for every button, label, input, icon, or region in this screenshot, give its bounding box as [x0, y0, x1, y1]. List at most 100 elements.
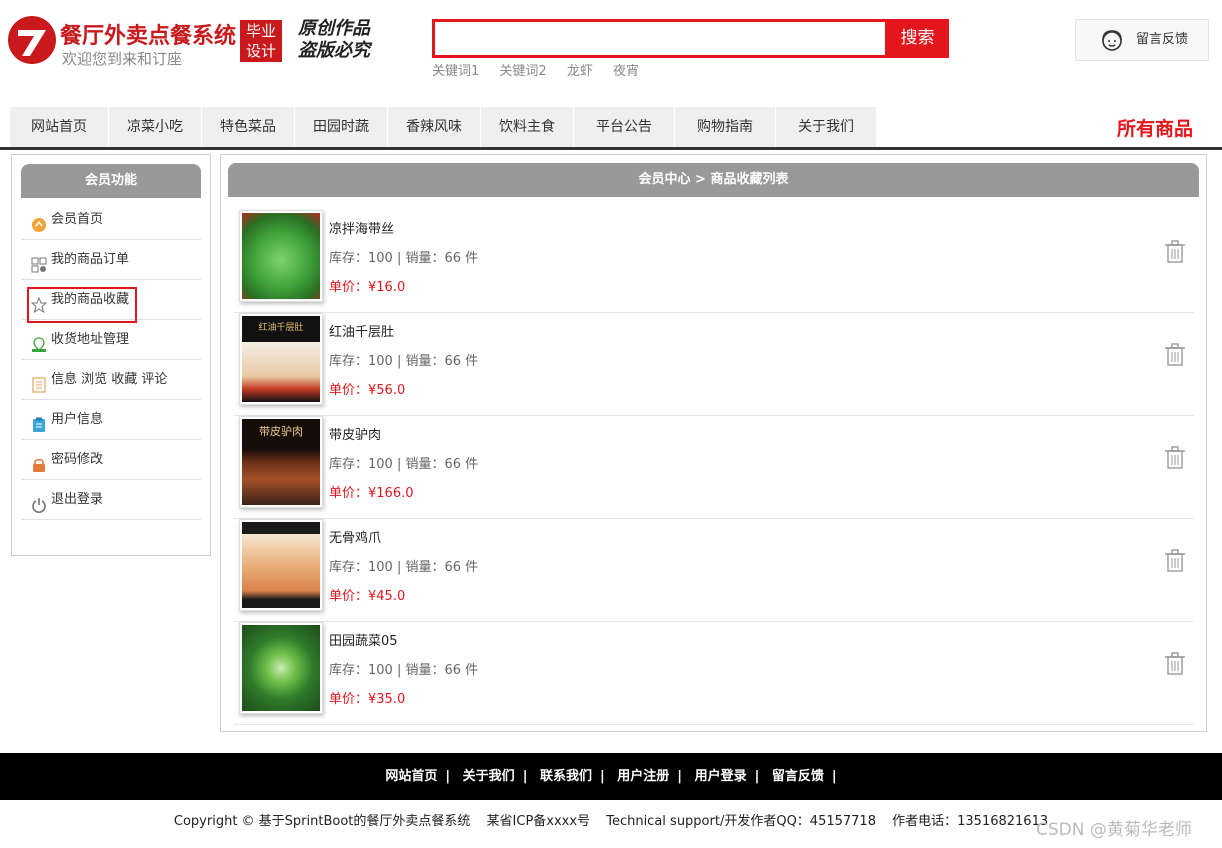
nav-shopping-guide[interactable]: 购物指南 — [675, 107, 776, 147]
logo-icon[interactable] — [8, 16, 56, 64]
site-title[interactable]: 餐厅外卖点餐系统 — [60, 18, 236, 50]
search-button[interactable]: 搜索 — [886, 19, 949, 58]
keyword-link[interactable]: 关键词1 — [432, 64, 479, 79]
product-price: 单价：¥16.0 — [329, 280, 406, 295]
trash-icon[interactable] — [1164, 652, 1186, 676]
nav-home[interactable]: 网站首页 — [10, 107, 109, 147]
footer-link-about[interactable]: 关于我们 — [463, 769, 515, 784]
customer-service-icon — [1100, 29, 1124, 70]
product-meta: 库存：100 | 销量：66 件 — [329, 663, 479, 678]
footer-link-feedback[interactable]: 留言反馈 — [772, 769, 824, 784]
list-item: 无骨鸡爪 库存：100 | 销量：66 件 单价：¥45.0 — [234, 519, 1194, 622]
footer-link-register[interactable]: 用户注册 — [617, 769, 669, 784]
product-price: 单价：¥35.0 — [329, 692, 406, 707]
product-price: 单价：¥45.0 — [329, 589, 406, 604]
sidebar-item-label: 用户信息 — [51, 412, 104, 427]
favorites-panel: 会员中心 > 商品收藏列表 凉拌海带丝 库存：100 | 销量：66 件 单价：… — [220, 154, 1207, 732]
icp-number: 某省ICP备xxxx号 — [486, 814, 591, 829]
document-icon — [31, 370, 47, 393]
all-goods-link[interactable]: 所有商品 — [1117, 114, 1193, 141]
product-name[interactable]: 带皮驴肉 — [329, 424, 381, 443]
sidebar-item-activity[interactable]: 信息 浏览 收藏 评论 — [21, 360, 201, 400]
nav-spicy[interactable]: 香辣风味 — [388, 107, 481, 147]
sidebar-item-label: 会员首页 — [51, 212, 104, 227]
feedback-button[interactable]: 留言反馈 — [1075, 19, 1209, 61]
feedback-label: 留言反馈 — [1136, 32, 1189, 47]
list-item: 带皮驴肉 带皮驴肉 库存：100 | 销量：66 件 单价：¥166.0 — [234, 416, 1194, 519]
sidebar-item-orders[interactable]: 我的商品订单 — [21, 240, 201, 280]
product-meta: 库存：100 | 销量：66 件 — [329, 560, 479, 575]
separator: | — [445, 769, 451, 784]
footer-link-home[interactable]: 网站首页 — [385, 769, 437, 784]
copyright-text: Copyright © 基于SprintBoot的餐厅外卖点餐系统 — [173, 814, 471, 829]
product-name[interactable]: 凉拌海带丝 — [329, 218, 394, 237]
image-caption: 红油千层肚 — [258, 323, 304, 333]
trash-icon[interactable] — [1164, 446, 1186, 470]
search-box — [432, 19, 888, 58]
list-item: 凉拌海带丝 库存：100 | 销量：66 件 单价：¥16.0 — [234, 210, 1194, 313]
list-item: 田园蔬菜05 库存：100 | 销量：66 件 单价：¥35.0 — [234, 622, 1194, 725]
product-name[interactable]: 无骨鸡爪 — [329, 527, 381, 546]
main-nav: 网站首页 凉菜小吃 特色菜品 田园时蔬 香辣风味 饮料主食 平台公告 购物指南 … — [10, 107, 877, 147]
sidebar-item-user-info[interactable]: 用户信息 — [21, 400, 201, 440]
separator: | — [522, 769, 528, 784]
nav-vegetables[interactable]: 田园时蔬 — [295, 107, 388, 147]
product-meta: 库存：100 | 销量：66 件 — [329, 251, 479, 266]
product-image[interactable]: 红油千层肚 — [239, 313, 323, 405]
original-line-2: 盗版必究 — [298, 40, 370, 61]
product-price: 单价：¥56.0 — [329, 383, 406, 398]
product-image[interactable] — [239, 622, 323, 714]
sidebar-item-label: 我的商品订单 — [51, 252, 130, 267]
sidebar-item-label: 信息 浏览 收藏 评论 — [51, 372, 168, 387]
nav-cold-dishes[interactable]: 凉菜小吃 — [109, 107, 202, 147]
keyword-link[interactable]: 关键词2 — [499, 64, 546, 79]
product-name[interactable]: 田园蔬菜05 — [329, 630, 398, 649]
nav-divider — [0, 147, 1222, 150]
footer-link-login[interactable]: 用户登录 — [695, 769, 747, 784]
product-meta: 库存：100 | 销量：66 件 — [329, 457, 479, 472]
power-icon — [31, 490, 47, 513]
breadcrumb: 会员中心 > 商品收藏列表 — [228, 163, 1199, 197]
product-image[interactable] — [239, 210, 323, 302]
watermark: CSDN @黄菊华老师 — [1036, 820, 1192, 840]
product-image[interactable] — [239, 519, 323, 611]
site-subtitle: 欢迎您到来和订座 — [62, 50, 183, 68]
trash-icon[interactable] — [1164, 549, 1186, 573]
sidebar-item-address[interactable]: 收货地址管理 — [21, 320, 201, 360]
sidebar-item-logout[interactable]: 退出登录 — [21, 480, 201, 520]
separator: | — [599, 769, 605, 784]
sidebar-item-label: 收货地址管理 — [51, 332, 130, 347]
sidebar-item-member-home[interactable]: 会员首页 — [21, 200, 201, 240]
keyword-link[interactable]: 龙虾 — [567, 64, 593, 79]
nav-announcements[interactable]: 平台公告 — [574, 107, 675, 147]
original-work-stamp: 原创作品 盗版必究 — [298, 18, 370, 62]
sidebar-item-password[interactable]: 密码修改 — [21, 440, 201, 480]
image-caption: 带皮驴肉 — [259, 425, 303, 438]
site-header: 餐厅外卖点餐系统 欢迎您到来和订座 毕业 设计 原创作品 盗版必究 搜索 关键词… — [0, 0, 1222, 105]
product-meta: 库存：100 | 销量：66 件 — [329, 354, 479, 369]
search-input[interactable] — [435, 22, 885, 55]
nav-drinks[interactable]: 饮料主食 — [481, 107, 574, 147]
badge-line-2: 设计 — [245, 42, 276, 60]
footer-link-contact[interactable]: 联系我们 — [540, 769, 592, 784]
product-image[interactable]: 带皮驴肉 — [239, 416, 323, 508]
keyword-link[interactable]: 夜宵 — [613, 64, 639, 79]
nav-about[interactable]: 关于我们 — [776, 107, 877, 147]
author-phone: 作者电话：13516821613 — [892, 814, 1049, 829]
sidebar-item-label: 密码修改 — [51, 452, 104, 467]
nav-specialty[interactable]: 特色菜品 — [202, 107, 295, 147]
separator: | — [677, 769, 683, 784]
lock-icon — [31, 450, 47, 472]
graduation-badge: 毕业 设计 — [240, 20, 282, 62]
location-icon — [31, 330, 47, 352]
active-item-highlight — [27, 287, 137, 323]
clipboard-icon — [31, 410, 47, 432]
order-grid-icon — [31, 250, 47, 273]
trash-icon[interactable] — [1164, 240, 1186, 264]
product-price: 单价：¥166.0 — [329, 486, 414, 501]
member-sidebar: 会员功能 会员首页 我的商品订单 我的商品收藏 收货地址管理 信息 浏览 收藏 … — [11, 154, 211, 556]
trash-icon[interactable] — [1164, 343, 1186, 367]
original-line-1: 原创作品 — [298, 18, 370, 39]
product-name[interactable]: 红油千层肚 — [329, 321, 394, 340]
hot-keywords: 关键词1 关键词2 龙虾 夜宵 — [432, 60, 655, 79]
